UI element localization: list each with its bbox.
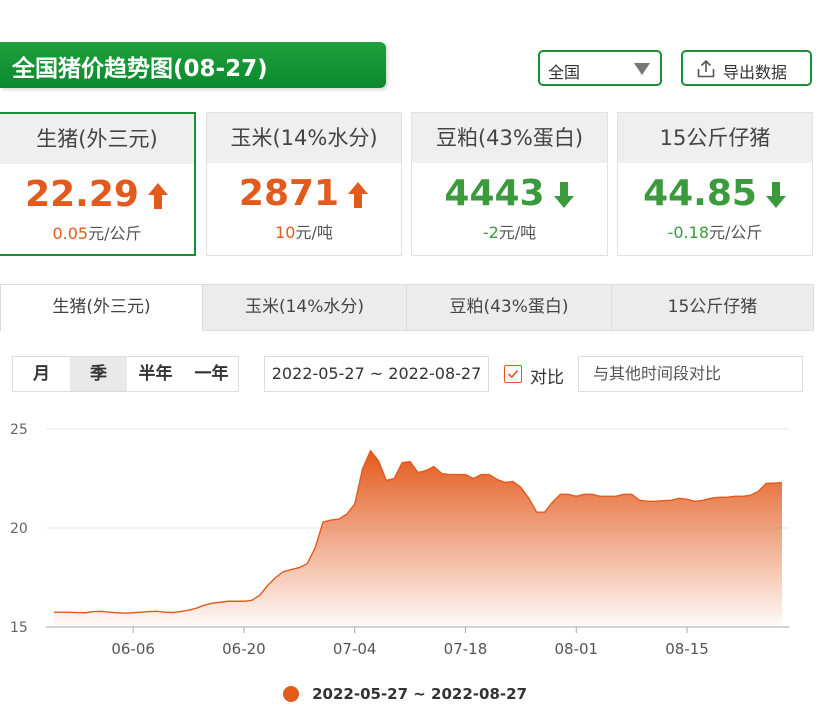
export-data-button[interactable]: 导出数据 — [681, 50, 812, 86]
price-card-value: 22.29 — [0, 174, 194, 216]
series-area — [54, 450, 782, 627]
y-tick-label: 15 — [10, 620, 28, 636]
price-card-piglet[interactable]: 15公斤仔猪 44.85 -0.18元/公斤 — [617, 112, 813, 256]
price-card-title: 生猪(外三元) — [0, 114, 194, 164]
tab-piglet[interactable]: 15公斤仔猪 — [611, 284, 814, 331]
x-tick-label: 08-15 — [665, 640, 709, 658]
date-range-input[interactable]: 2022-05-27 ~ 2022-08-27 — [264, 356, 489, 392]
price-card-change: -2元/吨 — [482, 223, 537, 242]
export-data-label: 导出数据 — [723, 63, 788, 82]
commodity-tabs: 生猪(外三元) 玉米(14%水分) 豆粕(43%蛋白) 15公斤仔猪 — [0, 284, 814, 331]
legend-series-label: 2022-05-27 ~ 2022-08-27 — [312, 684, 528, 703]
range-quarter-button[interactable]: 季 — [70, 357, 127, 391]
x-tick-label: 07-18 — [444, 640, 488, 658]
x-tick-label: 06-06 — [111, 640, 155, 658]
price-card-value: 44.85 — [618, 173, 812, 215]
compare-label: 对比 — [530, 368, 564, 388]
price-card-title: 豆粕(43%蛋白) — [412, 113, 607, 163]
tab-corn[interactable]: 玉米(14%水分) — [202, 284, 407, 331]
range-half-year-button[interactable]: 半年 — [127, 357, 184, 391]
x-tick-label: 06-20 — [222, 640, 266, 658]
x-tick-label: 08-01 — [554, 640, 598, 658]
price-card-title: 15公斤仔猪 — [618, 113, 812, 163]
x-tick-label: 07-04 — [333, 640, 377, 658]
legend-dot-icon — [283, 685, 299, 702]
price-card-title: 玉米(14%水分) — [207, 113, 401, 163]
checkmark-icon — [507, 369, 519, 379]
arrow-down-icon — [553, 182, 574, 208]
y-tick-label: 25 — [10, 422, 28, 438]
range-year-button[interactable]: 一年 — [184, 357, 239, 391]
price-card-live-hog[interactable]: 生猪(外三元) 22.29 0.05元/公斤 — [0, 112, 196, 256]
page-title-banner: 全国猪价趋势图(08-27) — [0, 42, 386, 88]
price-trend-chart: 15 20 25 06-06 06-20 07-04 07-18 08-01 08-15 — [10, 422, 789, 658]
price-card-value: 4443 — [412, 173, 607, 215]
price-card-change: 0.05元/公斤 — [52, 224, 142, 243]
y-tick-label: 20 — [10, 521, 28, 537]
upload-icon — [697, 59, 715, 78]
region-select-value: 全国 — [548, 63, 581, 82]
price-card-change: -0.18元/公斤 — [667, 223, 763, 242]
price-card-soybean-meal[interactable]: 豆粕(43%蛋白) 4443 -2元/吨 — [411, 112, 608, 256]
chart-legend[interactable]: 2022-05-27 ~ 2022-08-27 — [283, 683, 527, 705]
region-select[interactable]: 全国 — [538, 50, 662, 86]
price-card-value: 2871 — [207, 173, 401, 215]
range-month-button[interactable]: 月 — [13, 357, 70, 391]
compare-period-input[interactable]: 与其他时间段对比 — [578, 356, 803, 392]
arrow-down-icon — [765, 182, 786, 208]
tab-live-hog[interactable]: 生猪(外三元) — [0, 284, 203, 331]
arrow-up-icon — [147, 183, 168, 209]
arrow-up-icon — [348, 182, 369, 208]
time-range-selector: 月 季 半年 一年 — [12, 356, 239, 392]
tab-soybean-meal[interactable]: 豆粕(43%蛋白) — [406, 284, 612, 331]
caret-down-icon — [634, 63, 650, 75]
price-card-corn[interactable]: 玉米(14%水分) 2871 10元/吨 — [206, 112, 402, 256]
price-card-change: 10元/吨 — [275, 223, 333, 242]
compare-checkbox[interactable] — [504, 365, 522, 383]
page-title: 全国猪价趋势图(08-27) — [12, 56, 268, 82]
